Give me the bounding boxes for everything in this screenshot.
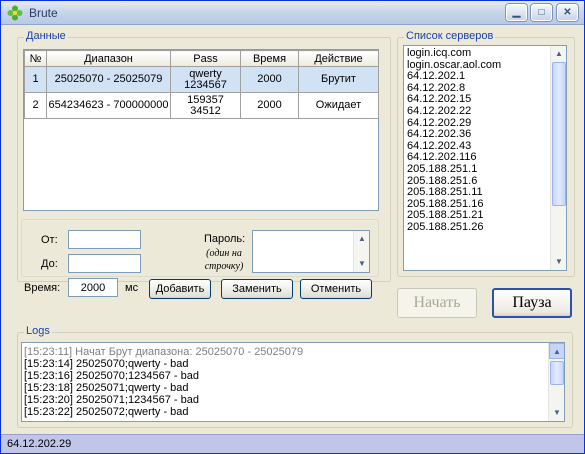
log-line: [15:23:20] 25025071;1234567 - bad — [24, 394, 199, 406]
servers-group-legend: Список серверов — [404, 30, 496, 42]
table-row[interactable]: 2 654234623 - 700000000 159357 34512 200… — [24, 92, 379, 119]
start-button[interactable]: Начать — [397, 288, 477, 318]
cancel-button[interactable]: Отменить — [300, 279, 372, 299]
list-item[interactable]: 205.188.251.1 — [404, 163, 566, 176]
list-item[interactable]: 64.12.202.36 — [404, 129, 566, 141]
cell-action: Брутит — [298, 66, 379, 93]
password-hint: (один на строчку) — [204, 248, 244, 272]
window-title: Brute — [29, 6, 58, 20]
log-line: [15:23:16] 25025070;1234567 - bad — [24, 370, 199, 382]
log-line: [15:23:18] 25025071;qwerty - bad — [24, 382, 189, 394]
ranges-table[interactable]: № Диапазон Pass Время Действие 1 2502507… — [23, 49, 379, 211]
column-header-number[interactable]: № — [24, 50, 47, 67]
log-line: [15:23:11] Начат Брут диапазона: 2502507… — [24, 346, 304, 358]
scroll-up-arrow-icon[interactable]: ▲ — [549, 343, 564, 359]
list-item[interactable]: login.icq.com — [404, 47, 566, 60]
cell-range: 654234623 - 700000000 — [46, 92, 171, 119]
list-item[interactable]: 205.188.251.26 — [404, 221, 566, 234]
maximize-icon: □ — [538, 7, 545, 18]
password-label: Пароль: — [204, 233, 246, 245]
from-input[interactable] — [68, 230, 141, 249]
cell-range: 25025070 - 25025079 — [46, 66, 171, 93]
log-line: [15:23:22] 25025072;qwerty - bad — [24, 406, 189, 418]
cell-number: 1 — [24, 66, 47, 93]
minimize-icon: ▁ — [512, 7, 521, 18]
servers-scrollbar[interactable]: ▲ ▼ — [550, 46, 566, 270]
to-label: До: — [41, 258, 58, 270]
scroll-thumb[interactable] — [552, 62, 566, 206]
cell-pass-line: qwerty — [189, 67, 222, 80]
cell-pass: qwerty 1234567 — [170, 66, 241, 93]
time-input[interactable] — [68, 278, 118, 297]
status-text: 64.12.202.29 — [7, 438, 72, 450]
maximize-button[interactable]: □ — [531, 4, 552, 21]
time-unit-label: мс — [125, 282, 139, 294]
cell-pass-line: 34512 — [190, 104, 221, 117]
cell-pass-line: 159357 — [187, 93, 224, 106]
cell-time: 2000 — [240, 92, 299, 119]
cell-pass: 159357 34512 — [170, 92, 241, 119]
replace-button[interactable]: Заменить — [221, 279, 293, 299]
title-bar[interactable]: Brute ▁ □ ✕ — [1, 1, 584, 25]
scroll-thumb[interactable] — [550, 361, 564, 385]
minimize-button[interactable]: ▁ — [506, 4, 527, 21]
log-textbox[interactable]: [15:23:11] Начат Брут диапазона: 2502507… — [21, 342, 565, 422]
to-input[interactable] — [68, 254, 141, 273]
brute-window: Brute ▁ □ ✕ Данные № Диапазон Pass Время — [0, 0, 585, 454]
scroll-up-arrow-icon[interactable]: ▲ — [354, 231, 370, 247]
column-header-time[interactable]: Время — [240, 50, 299, 67]
log-line: [15:23:14] 25025070;qwerty - bad — [24, 358, 189, 370]
column-header-action[interactable]: Действие — [298, 50, 379, 67]
cell-pass-line: 1234567 — [184, 78, 227, 91]
add-button[interactable]: Добавить — [149, 279, 211, 299]
status-bar: 64.12.202.29 — [1, 434, 584, 453]
servers-listbox[interactable]: login.icq.com login.oscar.aol.com 64.12.… — [403, 45, 567, 271]
servers-list: login.icq.com login.oscar.aol.com 64.12.… — [404, 46, 566, 234]
cell-time: 2000 — [240, 66, 299, 93]
list-item[interactable]: 64.12.202.22 — [404, 105, 566, 118]
log-scrollbar[interactable]: ▲ ▼ — [548, 343, 564, 421]
close-icon: ✕ — [563, 7, 572, 18]
cell-number: 2 — [24, 92, 47, 119]
scroll-down-arrow-icon[interactable]: ▼ — [549, 405, 564, 421]
password-scrollbar[interactable]: ▲ ▼ — [353, 231, 369, 272]
pause-button[interactable]: Пауза — [492, 288, 572, 318]
column-header-range[interactable]: Диапазон — [46, 50, 171, 67]
column-header-pass[interactable]: Pass — [170, 50, 241, 67]
list-item[interactable]: 205.188.251.11 — [404, 187, 566, 199]
password-textarea[interactable]: ▲ ▼ — [252, 230, 370, 273]
data-group-legend: Данные — [24, 30, 68, 42]
scroll-up-arrow-icon[interactable]: ▲ — [551, 46, 566, 62]
logs-group-legend: Logs — [24, 325, 52, 337]
scroll-down-arrow-icon[interactable]: ▼ — [551, 254, 566, 270]
time-label: Время: — [24, 282, 61, 294]
from-label: От: — [41, 234, 58, 246]
table-row[interactable]: 1 25025070 - 25025079 qwerty 1234567 200… — [24, 66, 379, 93]
scroll-down-arrow-icon[interactable]: ▼ — [354, 256, 370, 272]
cell-action: Ожидает — [298, 92, 379, 119]
close-button[interactable]: ✕ — [557, 4, 578, 21]
app-logo-icon — [7, 5, 23, 21]
log-lines: [15:23:11] Начат Брут диапазона: 2502507… — [22, 343, 564, 418]
